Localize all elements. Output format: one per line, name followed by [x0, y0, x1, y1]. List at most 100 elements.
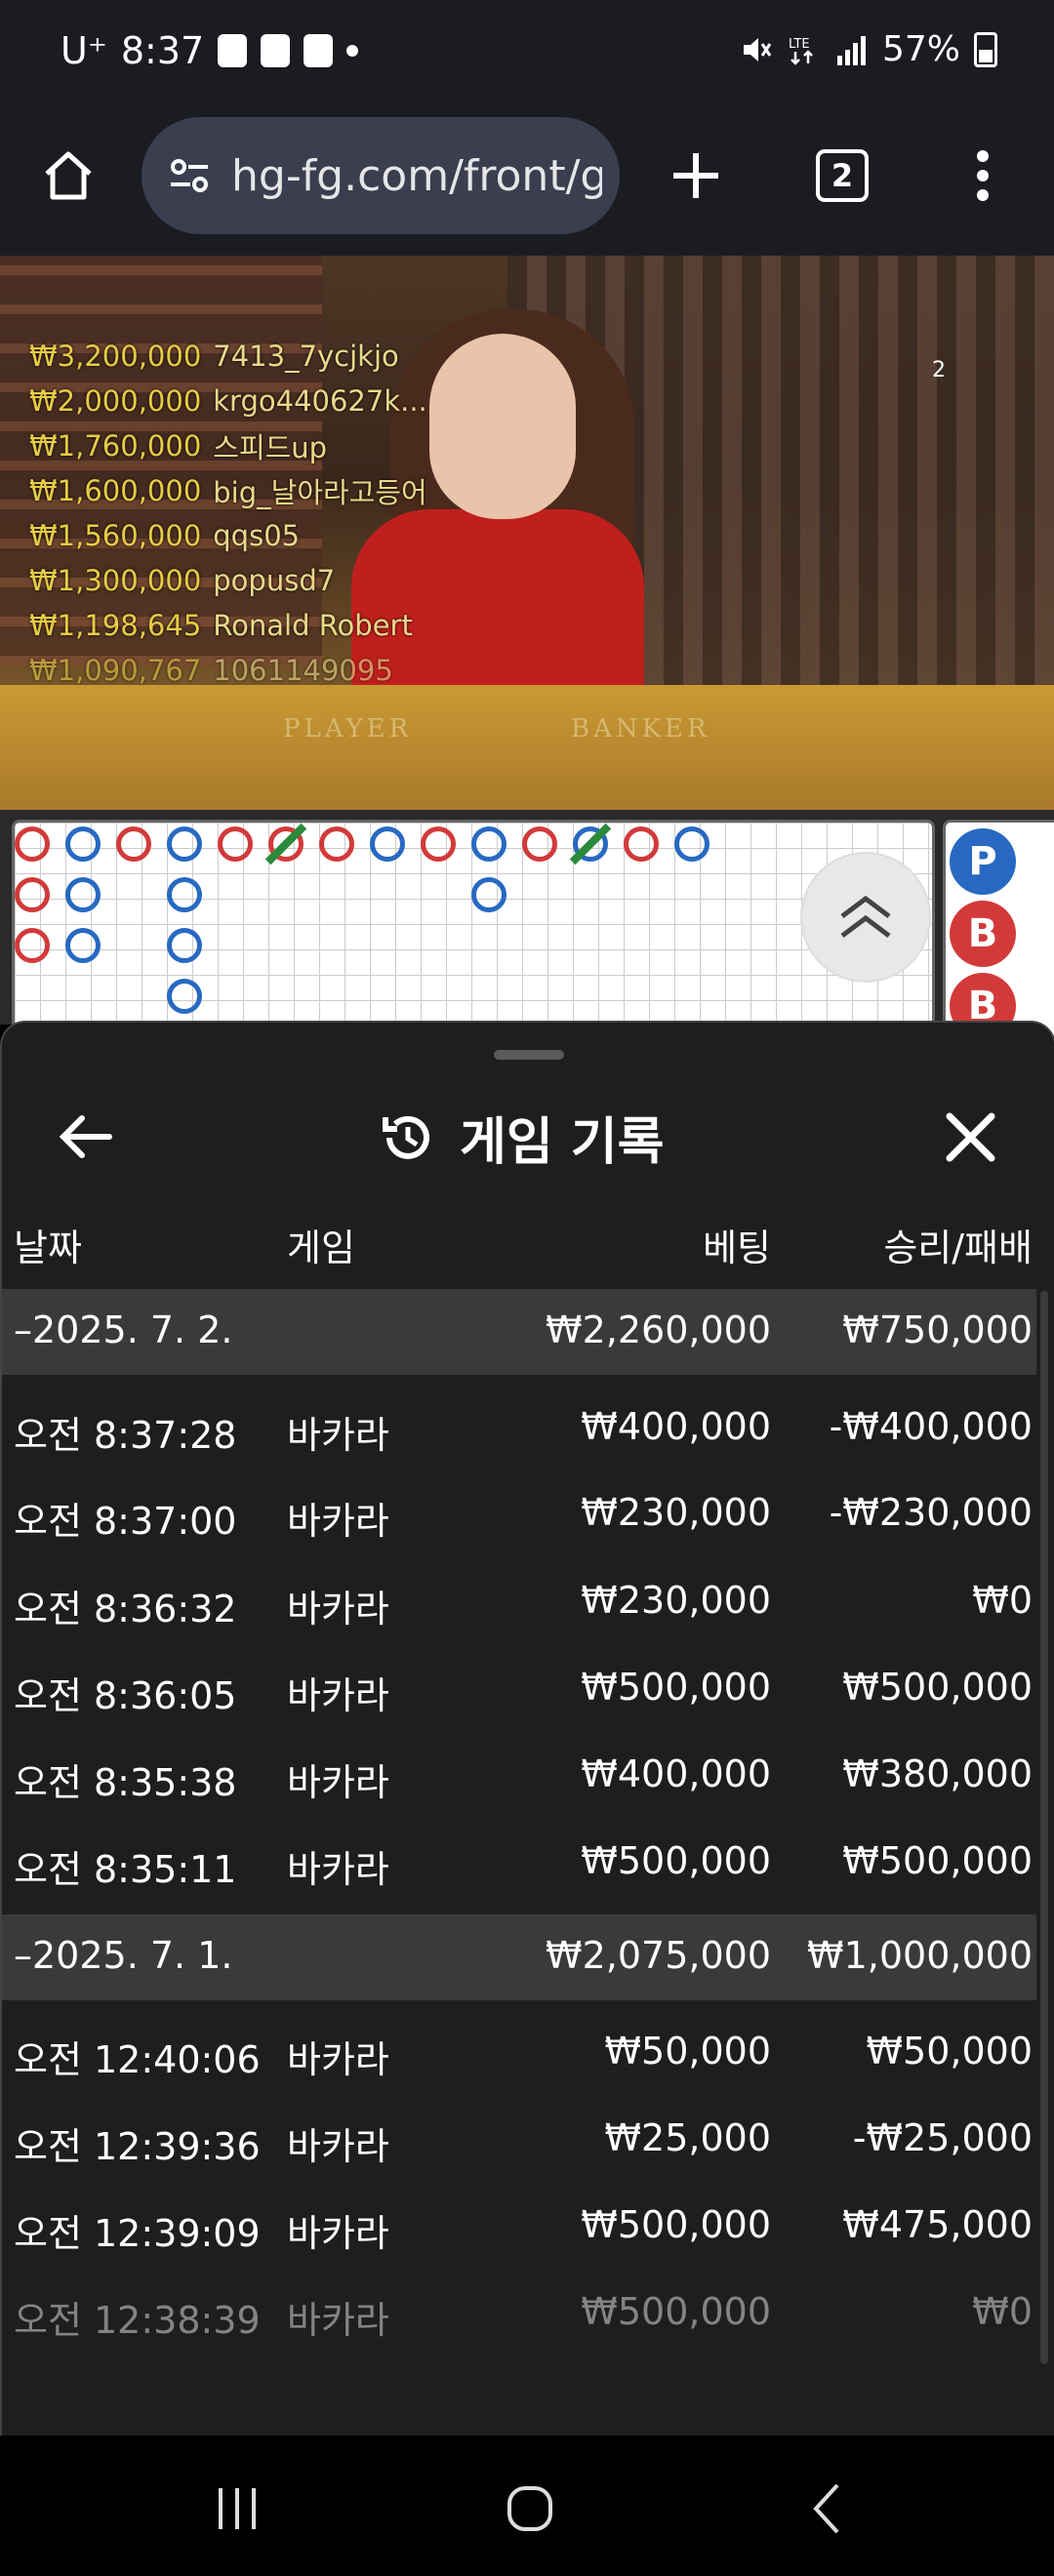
leaderboard-row: ₩1,300,000 popusd7 [29, 558, 427, 603]
leaderboard-row: ₩2,000,000 krgo440627k... [29, 379, 427, 423]
round-game: 바카라 [287, 1588, 389, 1630]
more-vert-icon [977, 150, 989, 201]
player-ring [471, 826, 507, 862]
player-ring [167, 928, 202, 963]
leader-name: popusd7 [213, 564, 336, 597]
history-scrollbar[interactable] [1040, 1291, 1048, 2364]
round-game: 바카라 [287, 2038, 389, 2081]
leaderboard-row: ₩1,600,000 big_날아라고등어 [29, 468, 427, 513]
svg-text:LTE: LTE [789, 37, 810, 52]
round-winloss: ₩380,000 [842, 1752, 1033, 1795]
url-text[interactable]: hg-fg.com/front/g [231, 151, 602, 201]
history-row[interactable]: 오전 12:40:06 바카라 ₩50,000 ₩50,000 [2, 2010, 1036, 2096]
leader-name: Ronald Robert [213, 609, 413, 642]
sheet-drag-handle[interactable] [494, 1050, 564, 1060]
arrow-left-icon [59, 1115, 112, 1158]
player-ring [471, 877, 507, 912]
history-row[interactable]: 오전 12:38:39 바카라 ₩500,000 ₩0 [2, 2271, 1036, 2356]
history-row[interactable]: 오전 8:35:11 바카라 ₩500,000 ₩500,000 [2, 1820, 1036, 1906]
leader-name: 스피드up [213, 431, 328, 464]
leaderboard-row: ₩1,090,767 1061149095 [29, 648, 427, 693]
history-row[interactable]: 오전 12:39:36 바카라 ₩25,000 -₩25,000 [2, 2097, 1036, 2183]
banker-ring [116, 826, 151, 862]
round-game: 바카라 [287, 1761, 389, 1804]
live-dealer-video[interactable]: PLAYER BANKER 2 ₩3,200,000 7413_7ycjkjo ₩… [0, 256, 1054, 810]
round-winloss: -₩400,000 [829, 1405, 1033, 1448]
menu-button[interactable] [939, 132, 1027, 220]
recents-icon [219, 2488, 256, 2529]
date-group-row[interactable]: –2025. 7. 2. ₩2,260,000 ₩750,000 [2, 1289, 1036, 1375]
round-game: 바카라 [287, 2212, 389, 2255]
round-time: 오전 12:39:36 [14, 2125, 261, 2168]
battery-icon [974, 31, 997, 67]
round-bet: ₩500,000 [581, 2290, 771, 2333]
round-game: 바카라 [287, 1414, 389, 1457]
column-header-bet: 베팅 [703, 1227, 771, 1269]
round-bet: ₩230,000 [581, 1491, 771, 1534]
history-row[interactable]: 오전 8:36:05 바카라 ₩500,000 ₩500,000 [2, 1646, 1036, 1732]
tab-switcher-button[interactable]: 2 [798, 132, 886, 220]
status-bar: U⁺ 8:37 LTE 57% [0, 0, 1054, 112]
column-header-game: 게임 [287, 1227, 355, 1269]
history-icon [383, 1115, 429, 1159]
round-winloss: -₩230,000 [829, 1491, 1033, 1534]
history-row[interactable]: 오전 8:37:00 바카라 ₩230,000 -₩230,000 [2, 1471, 1036, 1557]
history-row[interactable]: 오전 12:39:09 바카라 ₩500,000 ₩475,000 [2, 2184, 1036, 2270]
back-nav-button[interactable] [784, 2470, 872, 2548]
round-winloss: ₩50,000 [866, 2030, 1033, 2073]
close-icon [946, 1112, 995, 1162]
home-nav-button[interactable] [486, 2470, 574, 2548]
table-felt [0, 685, 1054, 810]
leaderboard-row: ₩3,200,000 7413_7ycjkjo [29, 334, 427, 379]
player-ring [65, 877, 101, 912]
round-winloss: ₩0 [972, 2290, 1033, 2333]
address-bar[interactable]: hg-fg.com/front/g [142, 117, 620, 234]
leader-name: big_날아라고등어 [213, 476, 427, 509]
banker-ring [15, 928, 50, 963]
leaderboard-row: ₩1,560,000 qqs05 [29, 513, 427, 558]
leader-amount: ₩1,090,767 [29, 654, 202, 687]
leader-amount: ₩1,198,645 [29, 609, 202, 642]
round-bet: ₩50,000 [604, 2030, 771, 2073]
sheet-title-text: 게임 기록 [460, 1113, 665, 1172]
player-ring [370, 826, 405, 862]
leader-amount: ₩2,000,000 [29, 384, 202, 418]
date-group-row[interactable]: –2025. 7. 1. ₩2,075,000 ₩1,000,000 [2, 1914, 1036, 2000]
home-button[interactable] [24, 132, 112, 220]
round-winloss: ₩0 [972, 1579, 1033, 1622]
round-game: 바카라 [287, 2125, 389, 2168]
leader-name: qqs05 [213, 519, 301, 552]
site-settings-icon[interactable] [167, 153, 212, 198]
leader-amount: ₩1,760,000 [29, 429, 202, 463]
banker-ring [522, 826, 557, 862]
expand-road-button[interactable] [800, 852, 931, 983]
group-total-winloss: ₩1,000,000 [807, 1934, 1033, 1977]
group-total-winloss: ₩750,000 [842, 1308, 1033, 1351]
new-tab-button[interactable] [652, 132, 740, 220]
round-bet: ₩400,000 [581, 1405, 771, 1448]
back-button[interactable] [51, 1101, 124, 1174]
group-total-bet: ₩2,260,000 [546, 1308, 771, 1351]
round-time: 오전 12:38:39 [14, 2299, 261, 2342]
player-ring [167, 877, 202, 912]
close-button[interactable] [934, 1101, 1007, 1174]
round-winloss: ₩500,000 [842, 1666, 1033, 1709]
player-ring [167, 979, 202, 1014]
more-notifications-icon [346, 45, 359, 57]
leader-amount: ₩1,600,000 [29, 474, 202, 507]
browser-toolbar: hg-fg.com/front/g 2 [0, 112, 1054, 256]
app-notification-icon [261, 34, 291, 67]
history-row[interactable]: 오전 8:36:32 바카라 ₩230,000 ₩0 [2, 1559, 1036, 1645]
app-notification-icon [218, 34, 248, 67]
player-ring [674, 826, 709, 862]
round-game: 바카라 [287, 2299, 389, 2342]
history-row[interactable]: 오전 8:35:38 바카라 ₩400,000 ₩380,000 [2, 1733, 1036, 1819]
history-row[interactable]: 오전 8:37:28 바카라 ₩400,000 -₩400,000 [2, 1386, 1036, 1471]
round-bet: ₩25,000 [604, 2116, 771, 2159]
round-bet: ₩500,000 [581, 1666, 771, 1709]
video-corner-number: 2 [932, 358, 946, 382]
column-header-date: 날짜 [14, 1227, 82, 1269]
signal-icon [836, 35, 866, 65]
recents-button[interactable] [193, 2470, 281, 2548]
leaderboard: ₩3,200,000 7413_7ycjkjo ₩2,000,000 krgo440… [29, 334, 427, 693]
